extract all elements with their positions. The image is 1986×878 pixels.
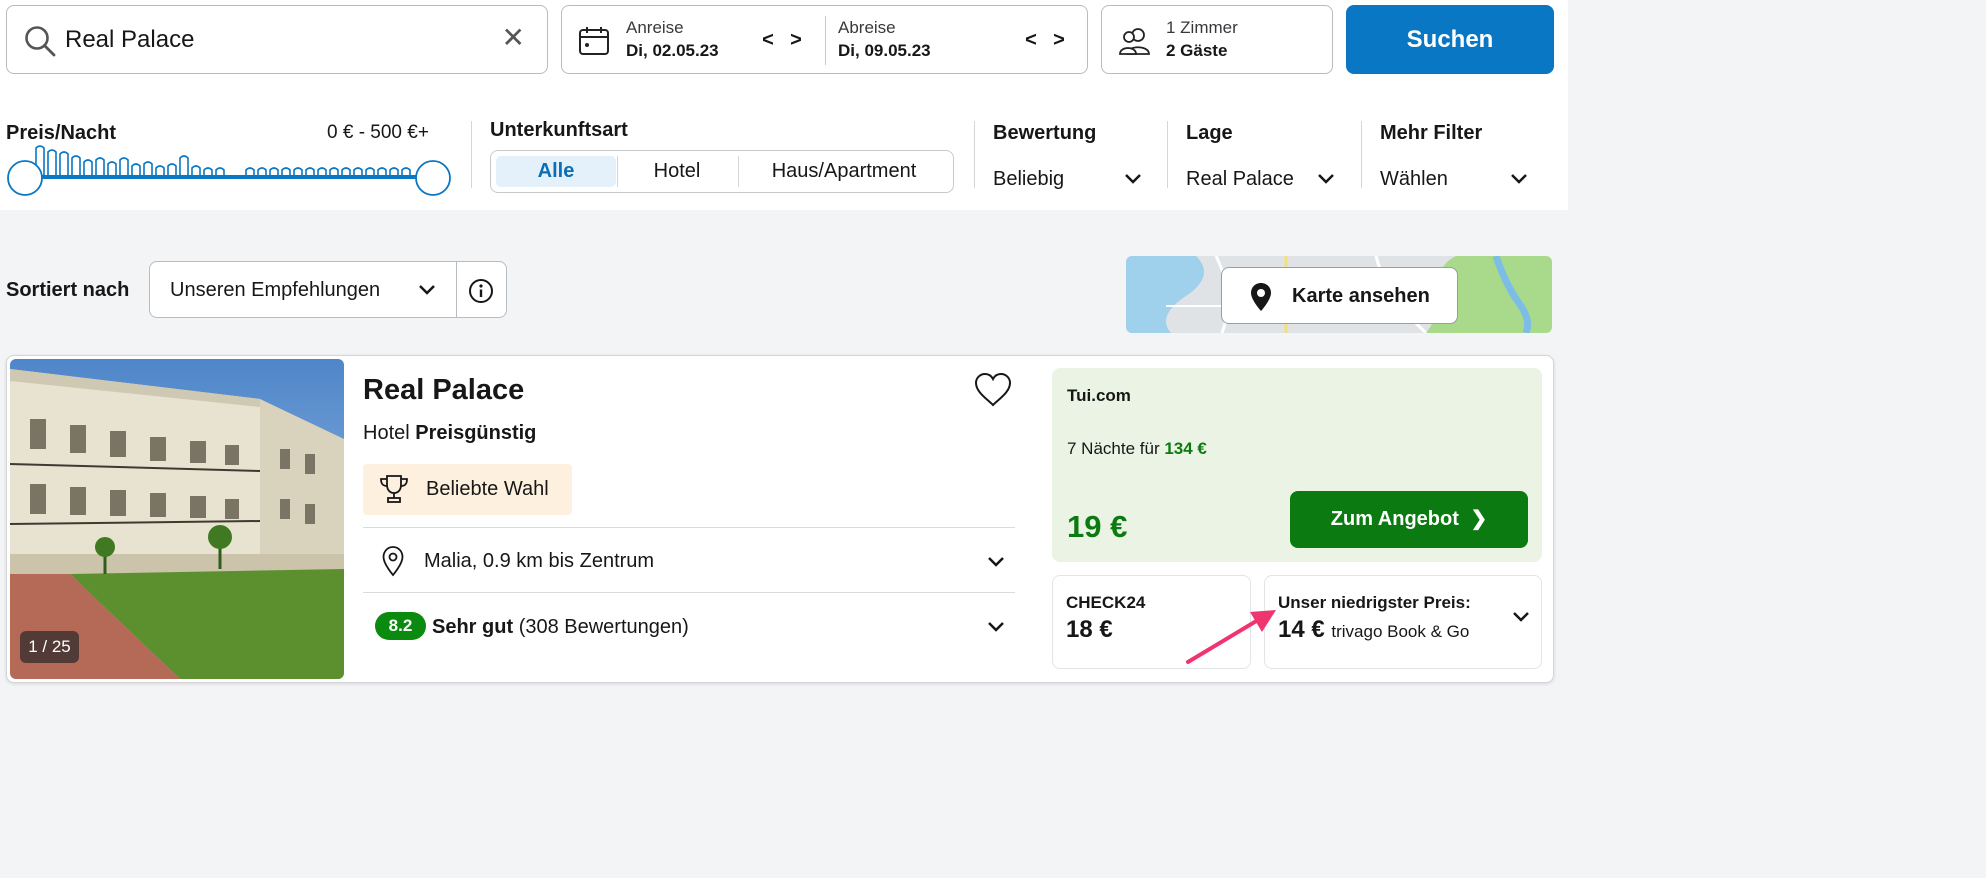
divider [738,156,739,187]
deal-price: 19 € [1067,509,1128,544]
lowest-price-row: 14 € trivago Book & Go [1278,616,1469,644]
checkout-arrows: < > [1017,29,1073,52]
info-icon[interactable] [468,278,494,304]
sort-label: Sortiert nach [6,279,130,301]
rating-label: Sehr gut [432,616,514,638]
chevron-right-icon: ❯ [1470,508,1488,530]
chevron-down-icon [988,622,1004,632]
main-deal: Tui.com 7 Nächte für 134 € 19 € Zum Ange… [1052,368,1542,562]
rating-filter-value: Beliebig [993,168,1065,190]
lowest-price-value: 14 € [1278,616,1325,643]
hotel-type-label: Hotel [363,422,410,444]
lowest-price-box[interactable]: Unser niedrigster Preis: 14 € trivago Bo… [1264,575,1542,669]
type-segmented-control: Alle Hotel Haus/Apartment [490,150,954,193]
more-filters-value: Wählen [1380,168,1448,190]
chevron-down-icon [988,557,1004,567]
lowest-price-label: Unser niedrigster Preis: [1278,593,1471,612]
location-filter-title: Lage [1186,122,1233,144]
chevron-left-icon[interactable]: < [1017,29,1045,52]
annotation-arrow-icon [1186,610,1276,664]
chevron-down-icon [1125,174,1141,184]
lowest-price-provider: trivago Book & Go [1331,622,1470,641]
users-icon [1119,28,1150,55]
hotel-type: Hotel Preisgünstig [363,422,536,445]
checkin-arrows: < > [754,29,810,52]
guests-picker[interactable]: 1 Zimmer 2 Gäste [1101,5,1333,74]
checkout-label: Abreise [838,18,896,37]
image-counter: 1 / 25 [20,631,79,663]
price-histogram [35,145,411,176]
trophy-icon [380,475,408,503]
deal-nights-price: 134 € [1164,439,1207,458]
rating-text: Sehr gut (308 Bewertungen) [432,616,689,639]
deal-nights-text: 7 Nächte für [1067,439,1160,458]
deal-provider: Tui.com [1067,386,1131,405]
map-pin-icon [382,546,404,577]
rating-score: 8.2 [375,612,426,640]
price-slider[interactable] [6,140,456,200]
calendar-icon [579,27,609,55]
divider [825,16,826,65]
rating-filter-title: Bewertung [993,122,1097,144]
slider-handle-min[interactable] [7,160,43,196]
location-filter-value: Real Palace [1186,168,1294,190]
slider-handle-max[interactable] [415,160,451,196]
hotel-name[interactable]: Real Palace [363,374,524,407]
map-pin-icon [1251,283,1271,311]
view-deal-label: Zum Angebot [1330,508,1459,530]
view-deal-button[interactable]: Zum Angebot ❯ [1290,491,1528,548]
date-picker[interactable]: Anreise Di, 02.05.23 < > Abreise Di, 09.0… [561,5,1088,74]
chevron-left-icon[interactable]: < [754,29,782,52]
rating-count: (308 Bewertungen) [518,616,689,638]
search-field[interactable]: Real Palace ✕ [6,5,548,74]
popular-badge-label: Beliebte Wahl [426,478,549,500]
checkin-value: Di, 02.05.23 [626,41,719,60]
divider [456,262,457,317]
divider [1167,121,1168,188]
alt-provider: CHECK24 [1066,593,1146,612]
type-option-hotel[interactable]: Hotel [618,156,736,187]
chevron-right-icon[interactable]: > [782,29,810,52]
search-icon [25,26,56,57]
guests-value: 2 Gäste [1166,41,1228,60]
view-map-label: Karte ansehen [1292,285,1430,307]
heart-icon[interactable] [973,371,1013,409]
divider [363,527,1015,528]
chevron-right-icon[interactable]: > [1045,29,1073,52]
checkin-block[interactable]: Anreise Di, 02.05.23 [626,18,719,61]
type-option-alle[interactable]: Alle [496,156,616,187]
checkout-value: Di, 09.05.23 [838,41,931,60]
more-filters-title: Mehr Filter [1380,122,1483,144]
type-filter-title: Unterkunftsart [490,119,628,141]
divider [363,592,1015,593]
popular-badge: Beliebte Wahl [363,464,572,515]
checkin-label: Anreise [626,18,684,37]
sort-value: Unseren Empfehlungen [170,279,381,301]
divider [974,121,975,188]
chevron-down-icon [1511,174,1527,184]
search-input-value[interactable]: Real Palace [65,26,194,54]
divider [1361,121,1362,188]
hotel-card: 1 / 25 Real Palace Hotel Preisgünstig Be… [6,355,1554,683]
guests-text: 1 Zimmer 2 Gäste [1166,18,1238,61]
deal-nights: 7 Nächte für 134 € [1067,439,1207,459]
chevron-down-icon [1513,612,1529,622]
divider [471,121,472,188]
rooms-value: 1 Zimmer [1166,18,1238,37]
checkout-block[interactable]: Abreise Di, 09.05.23 [838,18,931,61]
search-button[interactable]: Suchen [1346,5,1554,74]
hotel-category: Preisgünstig [415,422,537,444]
chevron-down-icon [419,285,435,295]
chevron-down-icon [1318,174,1334,184]
close-icon[interactable]: ✕ [502,24,525,52]
sort-dropdown[interactable]: Unseren Empfehlungen [149,261,507,318]
alt-price: 18 € [1066,616,1113,643]
location-text: Malia, 0.9 km bis Zentrum [424,550,655,572]
type-option-apartment[interactable]: Haus/Apartment [741,156,947,187]
view-map-button[interactable]: Karte ansehen [1221,267,1458,324]
